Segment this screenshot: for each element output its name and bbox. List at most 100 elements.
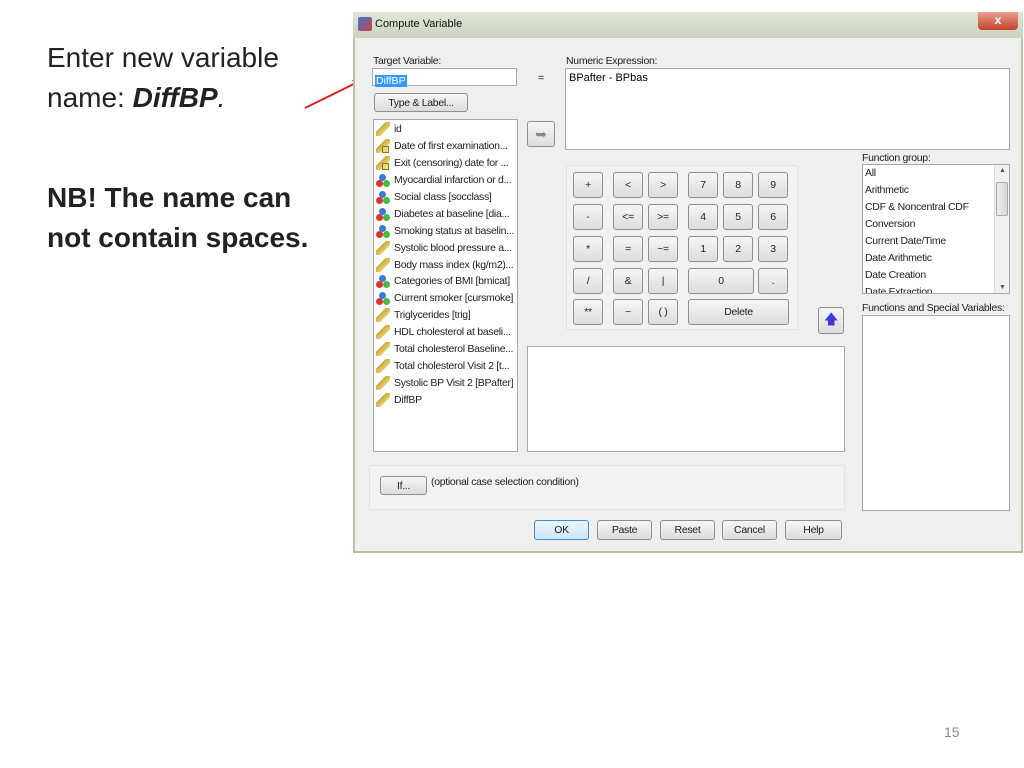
keypad-button[interactable]: -: [573, 204, 603, 230]
function-group-item[interactable]: Date Arithmetic: [863, 250, 1009, 267]
scale-ruler-icon: [376, 342, 390, 357]
variable-item[interactable]: Body mass index (kg/m2)...: [376, 256, 515, 273]
variable-label: Exit (censoring) date for ...: [394, 157, 509, 170]
variable-item[interactable]: Total cholesterol Baseline...: [376, 341, 515, 358]
functions-label: Functions and Special Variables:: [862, 302, 1005, 314]
keypad-button[interactable]: /: [573, 268, 603, 294]
variable-item[interactable]: Systolic blood pressure a...: [376, 239, 515, 256]
if-button[interactable]: If...: [380, 476, 427, 495]
nominal-icon: [376, 224, 390, 238]
keypad-button[interactable]: >=: [648, 204, 678, 230]
variable-label: Systolic BP Visit 2 [BPafter]: [394, 376, 514, 389]
nominal-icon: [376, 207, 390, 221]
variable-item[interactable]: Triglycerides [trig]: [376, 307, 515, 324]
scale-ruler-icon: [376, 325, 390, 340]
function-group-item[interactable]: Conversion: [863, 216, 1009, 233]
keypad-button[interactable]: &: [613, 268, 643, 294]
keypad-button[interactable]: |: [648, 268, 678, 294]
keypad-button[interactable]: 2: [723, 236, 753, 262]
nominal-icon: [376, 274, 390, 289]
equals-sign: =: [538, 72, 544, 84]
function-group-item[interactable]: Arithmetic: [863, 182, 1009, 199]
instruction-line1: Enter new variable: [47, 42, 279, 73]
keypad-button[interactable]: =: [613, 236, 643, 262]
variable-label: Systolic blood pressure a...: [394, 241, 512, 254]
ok-button[interactable]: OK: [534, 520, 589, 540]
variable-label: Total cholesterol Baseline...: [394, 343, 514, 356]
keypad-button[interactable]: Delete: [688, 299, 789, 325]
keypad-button[interactable]: 1: [688, 236, 718, 262]
keypad-button[interactable]: 5: [723, 204, 753, 230]
variable-item[interactable]: Current smoker [cursmoke]: [376, 290, 515, 307]
date-ruler-icon: [376, 156, 390, 171]
variable-item[interactable]: DiffBP: [376, 391, 515, 408]
keypad-button[interactable]: +: [573, 172, 603, 198]
cancel-button[interactable]: Cancel: [722, 520, 777, 540]
scale-ruler-icon: [376, 257, 390, 272]
target-variable-input[interactable]: DiffBP: [372, 68, 517, 87]
function-group-item[interactable]: Date Creation: [863, 267, 1009, 284]
keypad-button[interactable]: 8: [723, 172, 753, 198]
keypad-button[interactable]: ~: [613, 299, 643, 325]
variable-label: Categories of BMI [bmicat]: [394, 275, 510, 288]
instruction-text: Enter new variable name: DiffBP.: [47, 38, 279, 118]
variable-item[interactable]: Categories of BMI [bmicat]: [376, 273, 515, 290]
suffix: .: [217, 82, 226, 113]
keypad-button[interactable]: 0: [688, 268, 754, 294]
insert-function-up-arrow-button[interactable]: 🡅: [818, 307, 844, 334]
keypad-button[interactable]: ( ): [648, 299, 678, 325]
if-condition-text: (optional case selection condition): [431, 476, 579, 488]
function-group-item[interactable]: Current Date/Time: [863, 233, 1009, 250]
keypad-button[interactable]: 3: [758, 236, 788, 262]
nominal-icon: [376, 173, 390, 188]
function-group-item[interactable]: CDF & Noncentral CDF: [863, 199, 1009, 216]
move-variable-arrow-button[interactable]: ➥: [527, 121, 555, 147]
numeric-expression-input[interactable]: BPafter - BPbas: [565, 68, 1010, 150]
keypad-button[interactable]: 7: [688, 172, 718, 198]
close-button[interactable]: x: [978, 12, 1018, 30]
variable-item[interactable]: Date of first examination...: [376, 138, 515, 155]
variable-item[interactable]: id: [376, 121, 515, 138]
dialog-title: Compute Variable: [375, 18, 463, 30]
help-button[interactable]: Help: [785, 520, 842, 540]
function-group-list[interactable]: All Arithmetic CDF & Noncentral CDF Convers…: [862, 164, 1010, 294]
scale-ruler-icon: [376, 392, 390, 407]
variable-label: Current smoker [cursmoke]: [394, 292, 514, 305]
keypad-button[interactable]: >: [648, 172, 678, 198]
variable-label: id: [394, 123, 402, 136]
reset-button[interactable]: Reset: [660, 520, 715, 540]
function-group-item[interactable]: All: [863, 165, 1009, 182]
keypad-button[interactable]: .: [758, 268, 788, 294]
variable-item[interactable]: HDL cholesterol at baseli...: [376, 324, 515, 341]
paste-button[interactable]: Paste: [597, 520, 652, 540]
variable-item[interactable]: Social class [socclass]: [376, 189, 515, 206]
variable-list[interactable]: id Date of first examination... Exit (cens…: [373, 119, 518, 452]
variable-item[interactable]: Smoking status at baselin...: [376, 222, 515, 239]
variable-name: DiffBP: [132, 82, 218, 113]
variable-item[interactable]: Myocardial infarction or d...: [376, 172, 515, 189]
keypad-button[interactable]: 6: [758, 204, 788, 230]
keypad-button[interactable]: <=: [613, 204, 643, 230]
variable-label: Date of first examination...: [394, 140, 508, 153]
variable-item[interactable]: Total cholesterol Visit 2 [t...: [376, 357, 515, 374]
scrollbar-thumb[interactable]: [996, 182, 1008, 216]
keypad-button[interactable]: *: [573, 236, 603, 262]
keypad-button[interactable]: ~=: [648, 236, 678, 262]
type-label-button[interactable]: Type & Label...: [374, 93, 468, 112]
scale-ruler-icon: [376, 240, 390, 255]
variable-label: DiffBP: [394, 393, 422, 406]
keypad-button[interactable]: 4: [688, 204, 718, 230]
keypad-button[interactable]: **: [573, 299, 603, 325]
date-ruler-icon: [376, 139, 390, 154]
function-group-item[interactable]: Date Extraction: [863, 284, 1009, 293]
keypad-button[interactable]: <: [613, 172, 643, 198]
variable-item[interactable]: Exit (censoring) date for ...: [376, 155, 515, 172]
scrollbar[interactable]: ▲ ▼: [994, 165, 1009, 293]
nominal-icon: [376, 190, 390, 204]
variable-item[interactable]: Diabetes at baseline [dia...: [376, 205, 515, 222]
keypad-button[interactable]: 9: [758, 172, 788, 198]
nb-line1: NB! The name can: [47, 182, 292, 213]
variable-item[interactable]: Systolic BP Visit 2 [BPafter]: [376, 374, 515, 391]
target-value: DiffBP: [375, 75, 407, 87]
functions-list[interactable]: [862, 315, 1010, 511]
